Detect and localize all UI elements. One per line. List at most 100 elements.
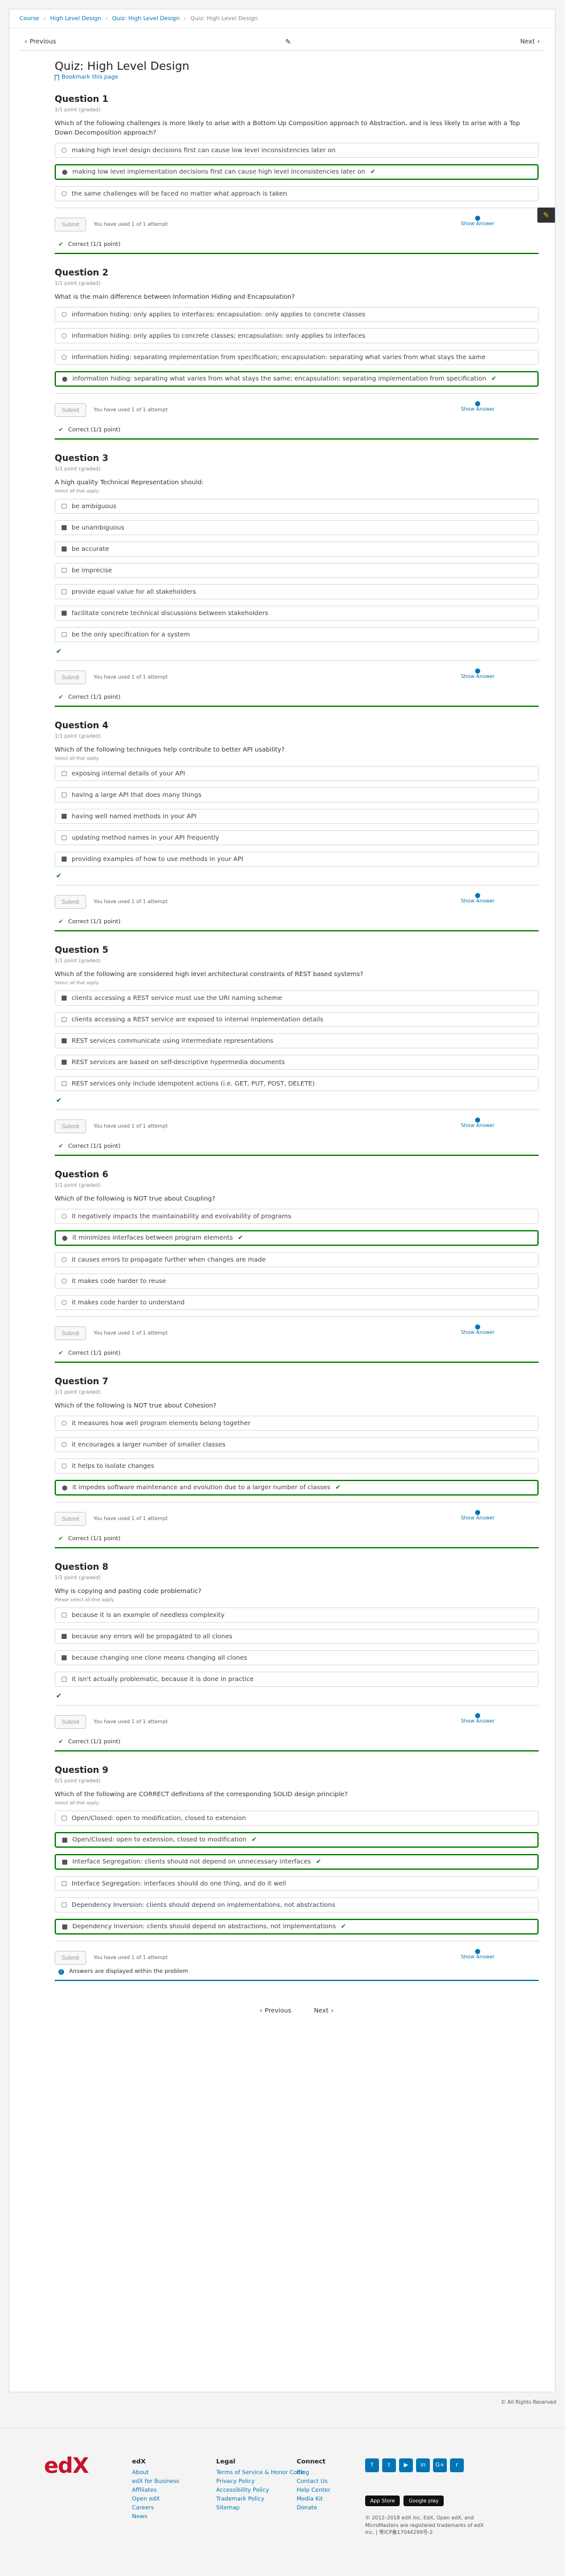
show-answer-button[interactable]: Show Answer	[461, 216, 495, 227]
answer-option[interactable]: information hiding: only applies to inte…	[55, 307, 539, 322]
footer-link[interactable]: Open edX	[132, 2496, 179, 2504]
social-icon[interactable]: G+	[433, 2458, 447, 2472]
answer-option[interactable]: it makes code harder to understand	[55, 1295, 539, 1310]
footer-link[interactable]: Affiliates	[132, 2487, 179, 2496]
social-icon[interactable]: f	[365, 2458, 379, 2472]
checkbox[interactable]	[62, 1081, 67, 1086]
answer-option[interactable]: the same challenges will be faced no mat…	[55, 186, 539, 201]
answer-option[interactable]: clients accessing a REST service must us…	[55, 991, 539, 1006]
answer-option[interactable]: Open/Closed: open to extension, closed t…	[55, 1832, 539, 1848]
show-answer-button[interactable]: Show Answer	[461, 1713, 495, 1724]
answer-option[interactable]: be ambiguous	[55, 499, 539, 514]
answer-option[interactable]: be unambiguous	[55, 520, 539, 535]
answer-option[interactable]: it impedes software maintenance and evol…	[55, 1480, 539, 1496]
checkbox[interactable]	[62, 1655, 67, 1660]
answer-option[interactable]: Open/Closed: open to modification, close…	[55, 1811, 539, 1826]
answer-option[interactable]: providing examples of how to use methods…	[55, 852, 539, 867]
footer-link[interactable]: Contact Us	[297, 2478, 331, 2487]
submit-button[interactable]: Submit	[55, 402, 87, 417]
checkbox[interactable]	[62, 996, 67, 1001]
notes-toggle-button[interactable]: ✎	[537, 208, 555, 223]
footer-link[interactable]: Donate	[297, 2504, 331, 2513]
bottom-previous-button[interactable]: ‹ Previous	[255, 2005, 296, 2017]
answer-option[interactable]: having well named methods in your API	[55, 809, 539, 824]
show-answer-button[interactable]: Show Answer	[461, 1324, 495, 1336]
social-icon[interactable]: in	[416, 2458, 430, 2472]
answer-option[interactable]: it minimizes interfaces between program …	[55, 1230, 539, 1246]
checkbox[interactable]	[62, 857, 67, 862]
checkbox[interactable]	[62, 547, 67, 552]
footer-link[interactable]: Trademark Policy	[216, 2496, 304, 2504]
answer-option[interactable]: facilitate concrete technical discussion…	[55, 606, 539, 621]
answer-option[interactable]: it measures how well program elements be…	[55, 1416, 539, 1431]
radio-button[interactable]	[62, 1421, 67, 1426]
social-icon[interactable]: t	[382, 2458, 396, 2472]
checkbox[interactable]	[62, 1881, 67, 1886]
radio-button[interactable]	[62, 1463, 67, 1468]
checkbox[interactable]	[62, 814, 67, 819]
edx-logo[interactable]: edX	[44, 2453, 89, 2479]
radio-button[interactable]	[62, 376, 67, 382]
breadcrumb-subsection[interactable]: Quiz: High Level Design	[112, 16, 179, 22]
submit-button[interactable]: Submit	[55, 1326, 87, 1340]
show-answer-button[interactable]: Show Answer	[461, 1118, 495, 1129]
answer-option[interactable]: having a large API that does many things	[55, 787, 539, 802]
social-icon[interactable]: r	[450, 2458, 464, 2472]
answer-option[interactable]: information hiding: separating what vari…	[55, 371, 539, 387]
checkbox[interactable]	[62, 1613, 67, 1618]
bottom-next-button[interactable]: Next ›	[309, 2005, 338, 2017]
checkbox[interactable]	[62, 1902, 67, 1907]
answer-option[interactable]: it makes code harder to reuse	[55, 1274, 539, 1289]
checkbox[interactable]	[62, 792, 67, 797]
answer-option[interactable]: information hiding: separating implement…	[55, 350, 539, 365]
answer-option[interactable]: Interface Segregation: interfaces should…	[55, 1876, 539, 1891]
show-answer-button[interactable]: Show Answer	[461, 401, 495, 413]
answer-option[interactable]: information hiding: only applies to conc…	[55, 328, 539, 343]
footer-link[interactable]: edX for Business	[132, 2478, 179, 2487]
checkbox[interactable]	[62, 1060, 67, 1065]
answer-option[interactable]: provide equal value for all stakeholders	[55, 584, 539, 599]
footer-link[interactable]: Terms of Service & Honor Code	[216, 2469, 304, 2478]
answer-option[interactable]: it causes errors to propagate further wh…	[55, 1252, 539, 1267]
show-answer-button[interactable]: Show Answer	[461, 893, 495, 904]
answer-option[interactable]: clients accessing a REST service are exp…	[55, 1012, 539, 1027]
footer-link[interactable]: News	[132, 2513, 179, 2522]
footer-link[interactable]: About	[132, 2469, 179, 2478]
checkbox[interactable]	[62, 1634, 67, 1639]
checkbox[interactable]	[62, 1816, 67, 1821]
answer-option[interactable]: making low level implementation decision…	[55, 164, 539, 180]
answer-option[interactable]: REST services communicate using intermed…	[55, 1033, 539, 1048]
radio-button[interactable]	[62, 1279, 67, 1284]
checkbox[interactable]	[62, 525, 67, 530]
checkbox[interactable]	[62, 1837, 67, 1843]
radio-button[interactable]	[62, 1300, 67, 1305]
submit-button[interactable]: Submit	[55, 1714, 87, 1729]
radio-button[interactable]	[62, 355, 67, 360]
checkbox[interactable]	[62, 1017, 67, 1022]
answer-option[interactable]: it isn't actually problematic, because i…	[55, 1672, 539, 1687]
answer-option[interactable]: REST services are based on self-descript…	[55, 1055, 539, 1070]
show-answer-button[interactable]: Show Answer	[461, 1949, 495, 1960]
footer-link[interactable]: Blog	[297, 2469, 331, 2478]
radio-button[interactable]	[62, 1235, 67, 1241]
radio-button[interactable]	[62, 191, 67, 196]
next-button[interactable]: Next ›	[515, 38, 545, 45]
footer-link[interactable]: Sitemap	[216, 2504, 304, 2513]
show-answer-button[interactable]: Show Answer	[461, 669, 495, 680]
answer-option[interactable]: be the only specification for a system	[55, 627, 539, 642]
answer-option[interactable]: Dependency Inversion: clients should dep…	[55, 1919, 539, 1935]
checkbox[interactable]	[62, 1677, 67, 1682]
radio-button[interactable]	[62, 169, 67, 175]
previous-button[interactable]: ‹ Previous	[19, 38, 61, 45]
show-answer-button[interactable]: Show Answer	[461, 1510, 495, 1521]
checkbox[interactable]	[62, 611, 67, 616]
answer-option[interactable]: it encourages a larger number of smaller…	[55, 1437, 539, 1452]
answer-option[interactable]: Interface Segregation: clients should no…	[55, 1854, 539, 1870]
radio-button[interactable]	[62, 1442, 67, 1447]
checkbox[interactable]	[62, 632, 67, 637]
answer-option[interactable]: be accurate	[55, 541, 539, 557]
footer-link[interactable]: Privacy Policy	[216, 2478, 304, 2487]
edit-icon[interactable]: ✎	[285, 38, 291, 46]
submit-button[interactable]: Submit	[55, 1119, 87, 1133]
checkbox[interactable]	[62, 1038, 67, 1043]
